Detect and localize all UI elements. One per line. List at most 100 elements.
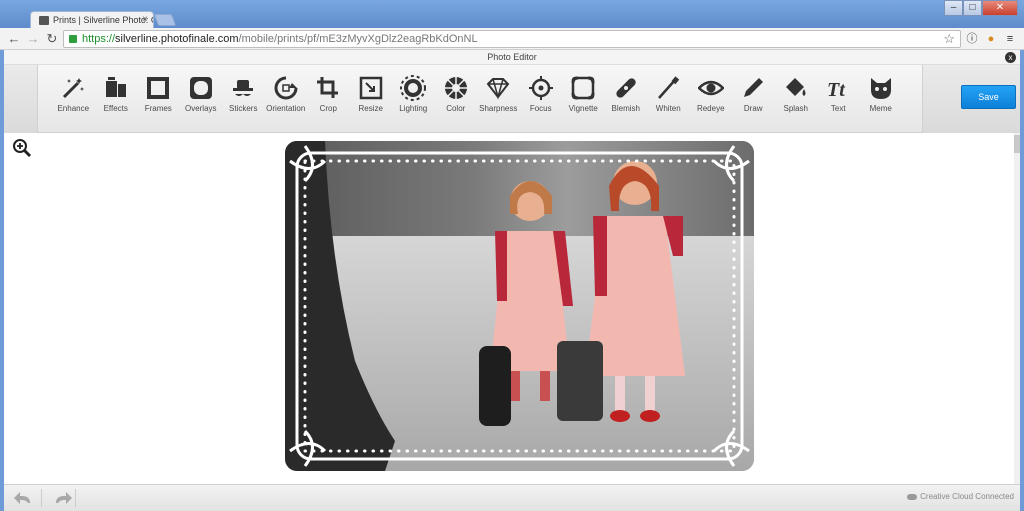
tool-label: Whiten bbox=[655, 104, 681, 113]
browser-window: Prints | Silverline Photo: C × – □ ✕ ← →… bbox=[0, 0, 1024, 511]
tool-frames[interactable]: Frames bbox=[137, 71, 180, 127]
scroll-thumb[interactable] bbox=[1014, 135, 1020, 153]
tool-lighting[interactable]: Lighting bbox=[392, 71, 435, 127]
vertical-scrollbar[interactable] bbox=[1014, 133, 1020, 484]
tool-label: Effects bbox=[103, 104, 128, 113]
tool-sharpness[interactable]: Sharpness bbox=[477, 71, 520, 127]
browser-tab[interactable]: Prints | Silverline Photo: C × bbox=[30, 11, 154, 29]
tool-label: Orientation bbox=[266, 104, 306, 113]
tool-label: Redeye bbox=[696, 104, 725, 113]
photo-editor: Photo Editor x Enhance Effects Frames Ov… bbox=[0, 50, 1024, 511]
magic-wand-icon bbox=[63, 78, 85, 99]
splash-icon bbox=[785, 78, 806, 96]
menu-icon[interactable]: ≡ bbox=[1002, 31, 1018, 47]
cookie-extension-icon[interactable]: ● bbox=[983, 31, 999, 47]
tool-label: Overlays bbox=[184, 104, 217, 113]
svg-text:Tt: Tt bbox=[827, 79, 846, 101]
redo-icon bbox=[56, 492, 72, 504]
tool-label: Resize bbox=[358, 104, 383, 113]
tools-scroll-right[interactable]: Save bbox=[922, 65, 1020, 133]
tool-color[interactable]: Color bbox=[435, 71, 478, 127]
tool-label: Lighting bbox=[399, 104, 428, 113]
new-tab-button[interactable] bbox=[153, 14, 177, 26]
tool-label: Crop bbox=[319, 104, 337, 113]
redo-button[interactable] bbox=[44, 489, 76, 507]
tool-meme[interactable]: Meme bbox=[860, 71, 903, 127]
lock-icon bbox=[69, 35, 77, 43]
overlays-icon bbox=[189, 77, 212, 99]
resize-icon bbox=[359, 76, 382, 100]
tool-overlays[interactable]: Overlays bbox=[180, 71, 223, 127]
tool-list: Enhance Effects Frames Overlays Stickers bbox=[52, 71, 902, 127]
tool-label: Focus bbox=[529, 104, 552, 113]
tool-label: Splash bbox=[783, 104, 808, 113]
redeye-icon bbox=[697, 80, 724, 96]
tools-scroll-left[interactable] bbox=[4, 65, 38, 133]
undo-icon bbox=[14, 492, 30, 504]
tool-label: Color bbox=[446, 104, 466, 113]
back-icon[interactable]: ← bbox=[6, 31, 22, 47]
tool-enhance[interactable]: Enhance bbox=[52, 71, 95, 127]
frames-icon bbox=[147, 77, 170, 99]
creative-cloud-status: Creative Cloud Connected bbox=[907, 492, 1014, 501]
tool-label: Text bbox=[830, 104, 846, 113]
tab-close-icon[interactable]: × bbox=[142, 14, 148, 25]
draw-icon bbox=[744, 78, 764, 97]
editor-header: Photo Editor x bbox=[4, 50, 1020, 65]
tool-redeye[interactable]: Redeye bbox=[690, 71, 733, 127]
focus-icon bbox=[528, 76, 553, 100]
cc-status-text: Creative Cloud Connected bbox=[920, 492, 1014, 501]
tool-crop[interactable]: Crop bbox=[307, 71, 350, 127]
meme-icon bbox=[870, 78, 891, 99]
browser-toolbar: ← → ↻ https://silverline.photofinale.com… bbox=[0, 28, 1024, 50]
cloud-icon bbox=[907, 493, 918, 500]
info-extension-icon[interactable]: ⓘ bbox=[964, 31, 980, 47]
tool-label: Sharpness bbox=[479, 104, 518, 113]
tool-label: Enhance bbox=[57, 104, 90, 113]
tool-stickers[interactable]: Stickers bbox=[222, 71, 265, 127]
close-editor-icon[interactable]: x bbox=[1005, 52, 1016, 63]
stickers-icon bbox=[233, 80, 254, 96]
tab-title: Prints | Silverline Photo: C bbox=[53, 15, 154, 25]
tool-text[interactable]: Tt Text bbox=[817, 71, 860, 127]
whiten-icon bbox=[658, 76, 680, 99]
editor-footer: Creative Cloud Connected bbox=[4, 484, 1020, 511]
tool-label: Draw bbox=[743, 104, 763, 113]
text-icon: Tt bbox=[827, 79, 846, 101]
tool-focus[interactable]: Focus bbox=[520, 71, 563, 127]
tool-label: Stickers bbox=[229, 104, 258, 113]
tool-draw[interactable]: Draw bbox=[732, 71, 775, 127]
tool-orientation[interactable]: Orientation bbox=[265, 71, 308, 127]
bookmark-star-icon[interactable]: ☆ bbox=[943, 31, 955, 47]
vignette-icon bbox=[571, 76, 595, 100]
image-canvas bbox=[4, 133, 1020, 484]
blemish-icon bbox=[616, 78, 636, 98]
photo-frame-overlay bbox=[289, 145, 750, 467]
tool-blemish[interactable]: Blemish bbox=[605, 71, 648, 127]
url-scheme: https:// bbox=[82, 33, 116, 45]
tool-label: Blemish bbox=[611, 104, 640, 113]
forward-icon[interactable]: → bbox=[25, 31, 41, 47]
tool-label: Vignette bbox=[568, 104, 598, 113]
maximize-button[interactable]: □ bbox=[963, 0, 982, 16]
effects-icon bbox=[105, 77, 126, 97]
tool-resize[interactable]: Resize bbox=[350, 71, 393, 127]
zoom-in-icon[interactable] bbox=[12, 138, 32, 158]
address-bar[interactable]: https://silverline.photofinale.com/mobil… bbox=[63, 30, 961, 48]
color-icon bbox=[444, 77, 467, 99]
favicon-icon bbox=[39, 16, 49, 25]
reload-icon[interactable]: ↻ bbox=[44, 31, 60, 47]
tool-effects[interactable]: Effects bbox=[95, 71, 138, 127]
sharpness-icon bbox=[486, 78, 510, 100]
tool-vignette[interactable]: Vignette bbox=[562, 71, 605, 127]
lighting-icon bbox=[400, 75, 427, 101]
photo-preview bbox=[285, 141, 754, 471]
save-button[interactable]: Save bbox=[961, 85, 1016, 109]
window-controls: – □ ✕ bbox=[944, 0, 1018, 16]
tool-splash[interactable]: Splash bbox=[775, 71, 818, 127]
undo-button[interactable] bbox=[10, 489, 42, 507]
minimize-button[interactable]: – bbox=[944, 0, 963, 16]
tools-bar: Enhance Effects Frames Overlays Stickers bbox=[4, 65, 1020, 133]
tool-whiten[interactable]: Whiten bbox=[647, 71, 690, 127]
close-window-button[interactable]: ✕ bbox=[982, 0, 1018, 16]
